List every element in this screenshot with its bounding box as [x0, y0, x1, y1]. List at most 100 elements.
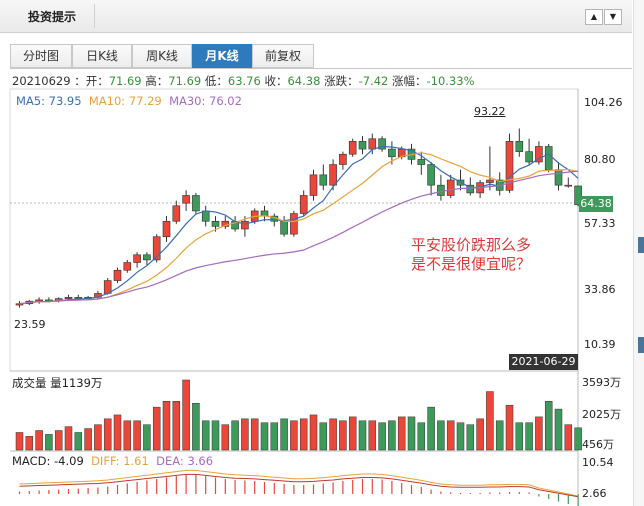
- low-price-marker: 23.59: [14, 318, 46, 331]
- ma10-line: [19, 152, 579, 305]
- volume-bar: [574, 427, 582, 451]
- volume-bar: [241, 418, 249, 451]
- candle-body: [417, 159, 426, 165]
- candle-body: [280, 220, 288, 235]
- candle-body: [358, 141, 367, 150]
- candle-body: [554, 169, 563, 186]
- dea-label: DEA: 3.66: [156, 454, 214, 468]
- candle-body: [211, 220, 220, 227]
- volume-bar: [515, 422, 524, 451]
- macd-label: MACD: -4.09: [12, 454, 84, 468]
- volume-bar: [525, 422, 533, 451]
- volume-bar: [309, 414, 318, 451]
- candle-body: [486, 179, 494, 183]
- price-tick: 104.26: [584, 96, 623, 109]
- candle-body: [64, 297, 73, 299]
- volume-bar: [446, 420, 455, 451]
- macd-tick: 10.54: [582, 456, 614, 469]
- volume-bar: [280, 418, 288, 451]
- volume-bar: [290, 420, 298, 451]
- candle-body: [437, 184, 445, 196]
- candle-body: [182, 195, 190, 204]
- volume-bar: [544, 401, 553, 451]
- volume-bar: [329, 418, 337, 451]
- volume-bar: [535, 416, 543, 451]
- volume-tick: 3593万: [582, 376, 621, 389]
- candle-body: [241, 220, 249, 230]
- volume-bar: [407, 416, 416, 451]
- volume-bar: [270, 422, 279, 451]
- current-price-badge: 64.38: [579, 196, 613, 212]
- volume-bar: [437, 420, 445, 451]
- volume-bar: [64, 426, 73, 451]
- volume-bar: [495, 420, 504, 451]
- candle-body: [113, 269, 122, 281]
- volume-bar: [250, 418, 259, 451]
- volume-bar: [564, 424, 573, 451]
- volume-bar: [133, 420, 141, 451]
- volume-bar: [348, 416, 357, 451]
- macd-legend: MACD: -4.09 DIFF: 1.61 DEA: 3.66: [12, 454, 213, 468]
- volume-tick: 2025万: [582, 408, 621, 421]
- volume-bar: [84, 428, 92, 451]
- volume-bar: [25, 436, 34, 451]
- volume-bar: [143, 424, 151, 451]
- candle-body: [348, 141, 357, 155]
- volume-bar: [417, 422, 426, 451]
- volume-bar: [45, 434, 53, 451]
- volume-bar: [476, 418, 484, 451]
- volume-bar: [358, 420, 367, 451]
- volume-bar: [172, 401, 181, 451]
- price-tick: 80.80: [584, 153, 616, 166]
- volume-title: 成交量 量1139万: [12, 376, 103, 390]
- candle-body: [329, 164, 337, 186]
- volume-bar: [152, 406, 161, 451]
- volume-bar: [378, 422, 386, 451]
- annotation-text: 平安股价跌那么多 是不是很便宜呢？: [411, 236, 531, 274]
- ma5-line: [19, 145, 579, 305]
- volume-bar: [554, 408, 563, 451]
- volume-bar: [466, 424, 475, 451]
- candle-body: [339, 153, 347, 165]
- candle-body: [143, 254, 151, 261]
- volume-bar: [388, 420, 396, 451]
- candle-body: [319, 174, 328, 186]
- candle-body: [299, 195, 308, 214]
- candle-body: [446, 179, 455, 196]
- candle-body: [427, 164, 435, 186]
- dea-line: [19, 473, 579, 498]
- volume-tick: 456万: [582, 438, 614, 451]
- candle-body: [123, 262, 132, 271]
- high-price-marker: 93.22: [474, 105, 506, 118]
- candle-body: [162, 220, 171, 238]
- volume-bar: [113, 414, 122, 451]
- volume-bar: [319, 422, 328, 451]
- volume-bar: [427, 406, 435, 451]
- volume-bar: [299, 418, 308, 451]
- volume-bar: [397, 416, 406, 451]
- volume-bar: [368, 420, 377, 451]
- candle-body: [515, 141, 524, 152]
- volume-bar: [74, 432, 83, 451]
- candle-body: [309, 174, 318, 196]
- volume-bar: [192, 402, 200, 451]
- volume-bar: [260, 422, 269, 451]
- annotation-line: 平安股价跌那么多: [411, 236, 532, 254]
- volume-bar: [201, 420, 210, 451]
- volume-bar: [15, 432, 24, 451]
- volume-bar: [456, 422, 465, 451]
- volume-bar: [162, 401, 171, 451]
- price-tick: 57.33: [584, 217, 616, 230]
- crosshair-date-badge: 2021-06-29: [509, 354, 578, 370]
- volume-bar: [211, 420, 220, 451]
- candle-body: [290, 213, 298, 235]
- kline-chart[interactable]: 104.26 80.80 57.33 33.86 10.39 3593万 202…: [0, 0, 644, 506]
- candle-body: [544, 146, 553, 170]
- price-tick: 10.39: [584, 338, 616, 351]
- candle-body: [564, 184, 573, 187]
- volume-bar: [94, 424, 102, 451]
- candle-body: [388, 148, 396, 158]
- candle-body: [368, 138, 377, 150]
- volume-bar: [182, 379, 190, 451]
- volume-bar: [221, 424, 230, 451]
